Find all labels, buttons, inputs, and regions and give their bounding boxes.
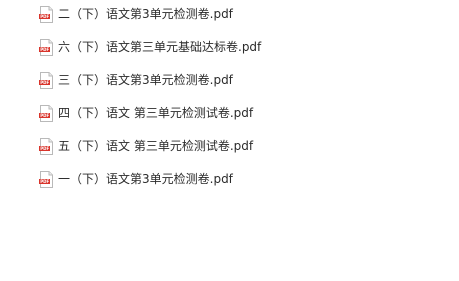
pdf-file-icon: PDF — [39, 104, 54, 122]
svg-text:PDF: PDF — [40, 47, 49, 52]
file-item[interactable]: PDF 二（下）语文第3单元检测卷.pdf — [39, 3, 233, 25]
svg-text:PDF: PDF — [40, 14, 49, 19]
pdf-file-icon: PDF — [39, 170, 54, 188]
pdf-file-icon: PDF — [39, 137, 54, 155]
file-list: PDF 二（下）语文第3单元检测卷.pdf PDF 六（下）语文第三单元基础达标… — [0, 0, 459, 281]
svg-text:PDF: PDF — [40, 146, 49, 151]
file-name: 一（下）语文第3单元检测卷.pdf — [58, 172, 233, 186]
file-name: 六（下）语文第三单元基础达标卷.pdf — [58, 40, 262, 54]
file-item[interactable]: PDF 一（下）语文第3单元检测卷.pdf — [39, 168, 233, 190]
file-item[interactable]: PDF 五（下）语文 第三单元检测试卷.pdf — [39, 135, 253, 157]
svg-text:PDF: PDF — [40, 113, 49, 118]
file-name: 三（下）语文第3单元检测卷.pdf — [58, 73, 233, 87]
file-name: 四（下）语文 第三单元检测试卷.pdf — [58, 106, 254, 120]
file-item[interactable]: PDF 六（下）语文第三单元基础达标卷.pdf — [39, 36, 261, 58]
svg-text:PDF: PDF — [40, 179, 49, 184]
svg-text:PDF: PDF — [40, 80, 49, 85]
file-item[interactable]: PDF 四（下）语文 第三单元检测试卷.pdf — [39, 102, 253, 124]
file-name: 二（下）语文第3单元检测卷.pdf — [58, 7, 233, 21]
pdf-file-icon: PDF — [39, 71, 54, 89]
pdf-file-icon: PDF — [39, 5, 54, 23]
pdf-file-icon: PDF — [39, 38, 54, 56]
file-name: 五（下）语文 第三单元检测试卷.pdf — [58, 139, 254, 153]
file-item[interactable]: PDF 三（下）语文第3单元检测卷.pdf — [39, 69, 233, 91]
